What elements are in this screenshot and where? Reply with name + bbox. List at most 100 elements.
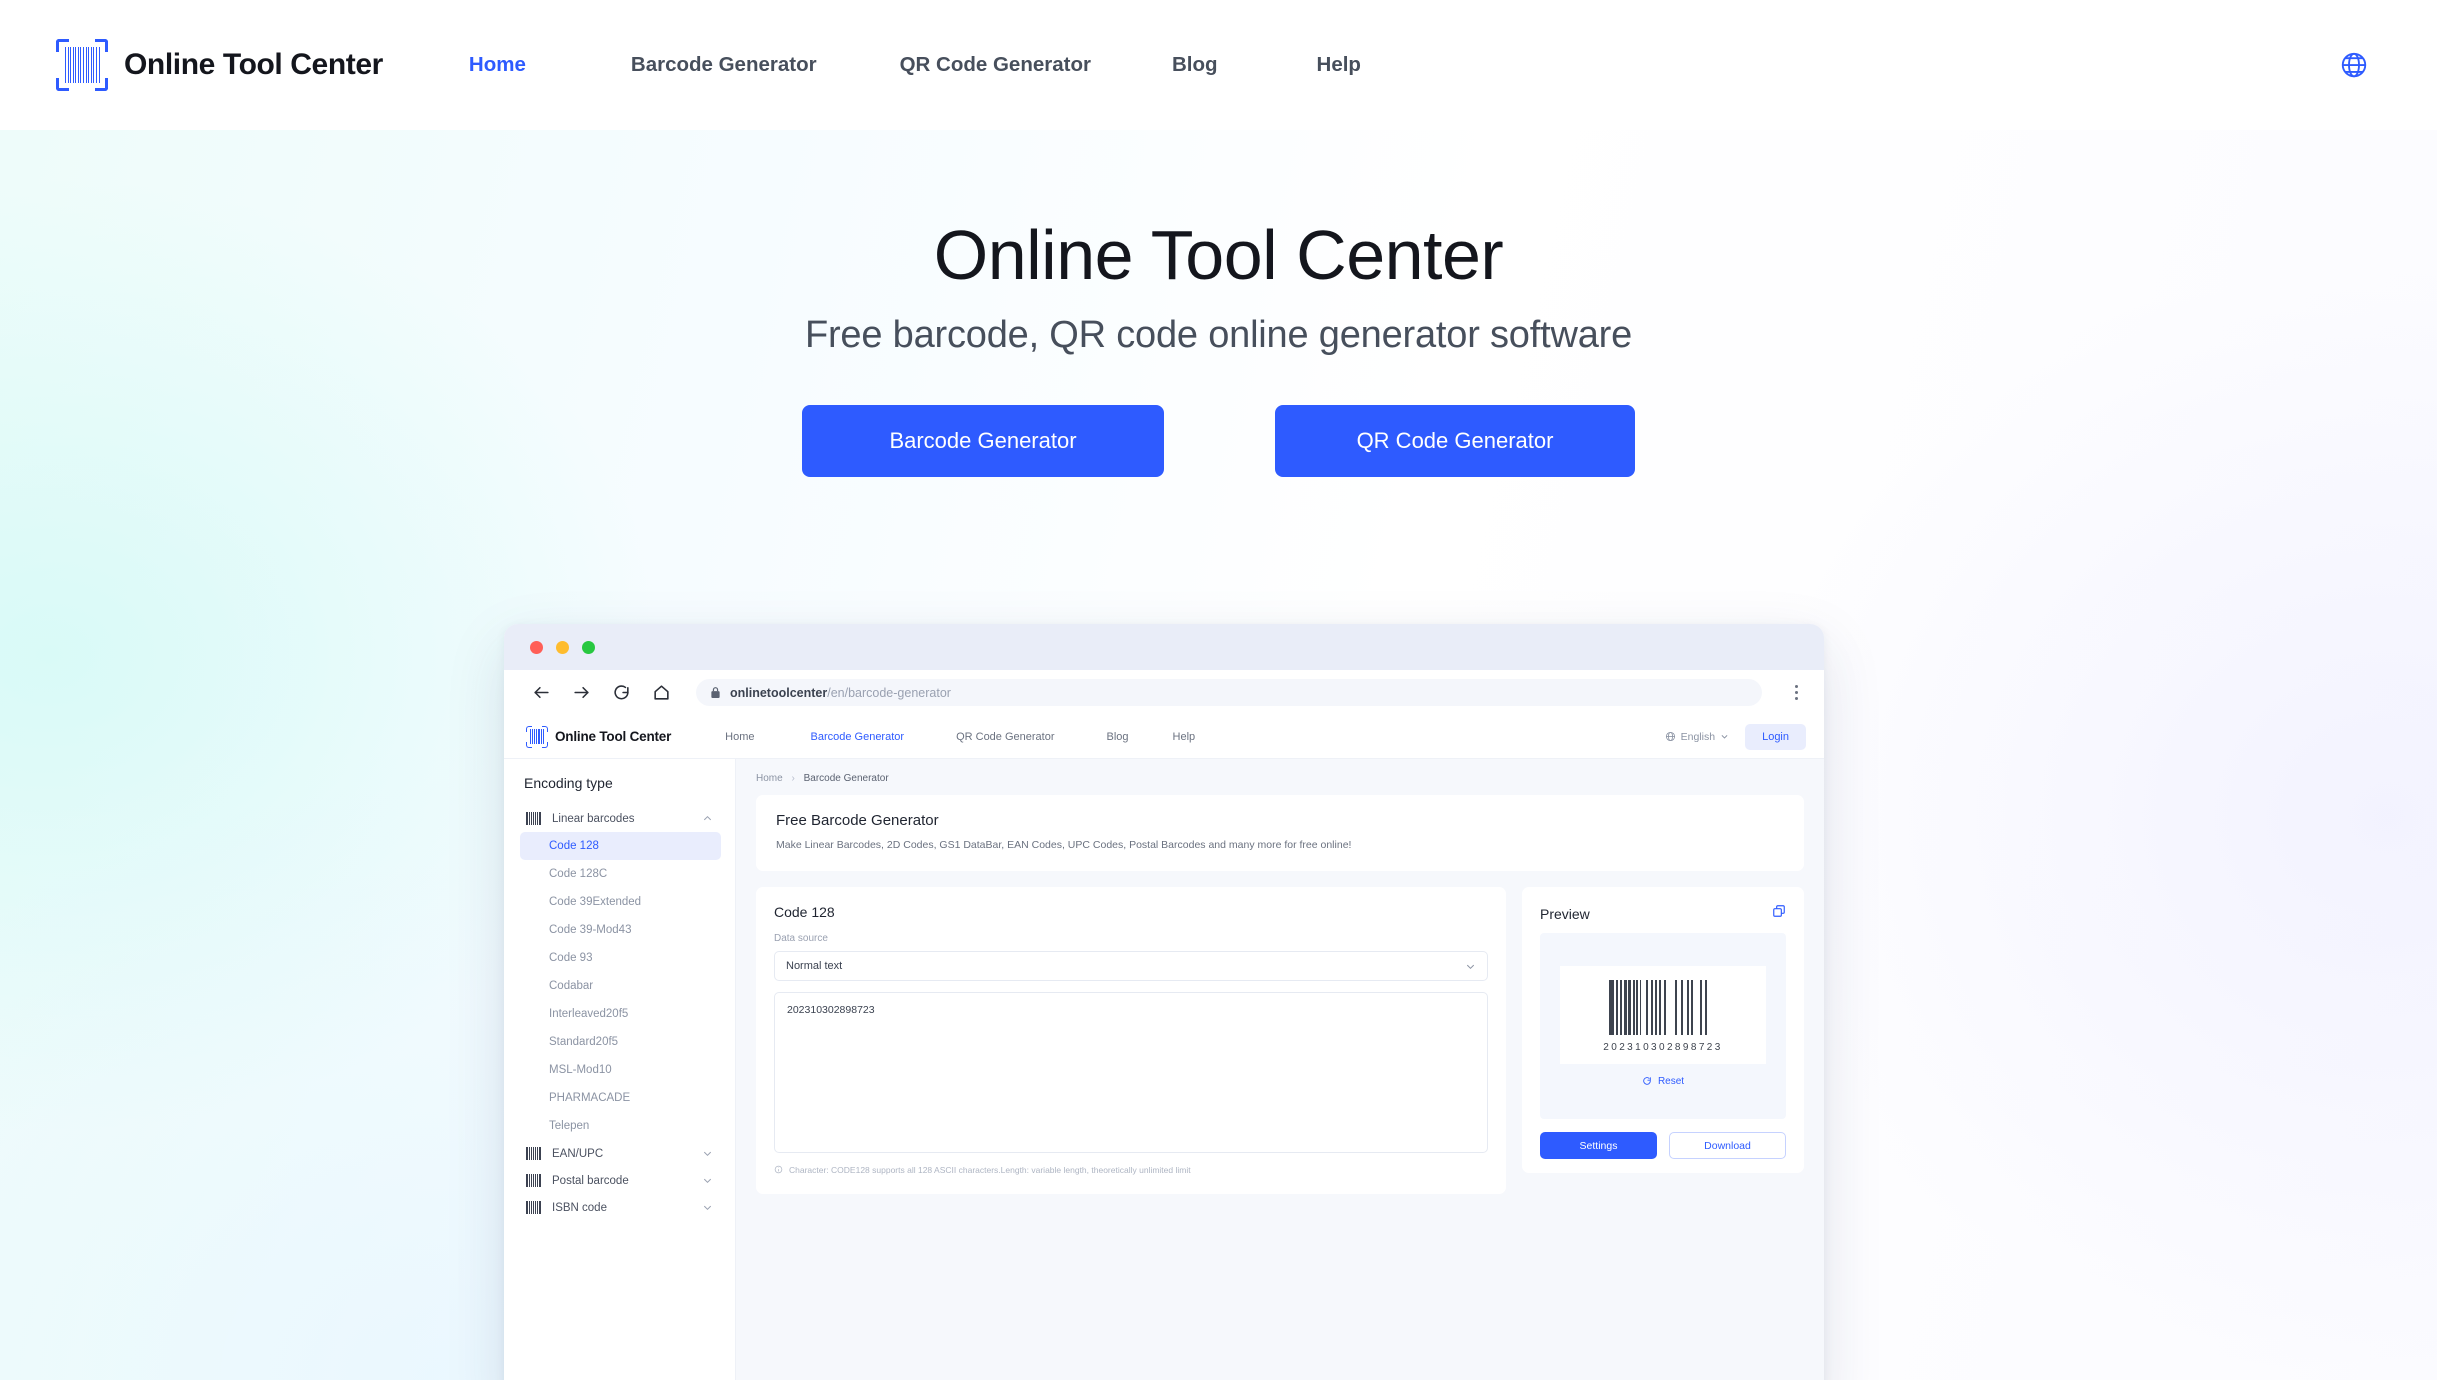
sidebar-title: Encoding type [524, 775, 613, 791]
data-source-value: Normal text [786, 960, 843, 972]
sidebar-item-code-39extended[interactable]: Code 39Extended [520, 888, 721, 916]
sidebar-item-code-128[interactable]: Code 128 [520, 832, 721, 860]
mock-page: Online Tool Center Home Barcode Generato… [504, 715, 1824, 1380]
nav-item-barcode-generator[interactable]: Barcode Generator [627, 45, 821, 85]
hero-subtitle: Free barcode, QR code online generator s… [804, 313, 1633, 356]
nav-item-qr-code-generator[interactable]: QR Code Generator [896, 45, 1095, 85]
sidebar-item-msl-mod10[interactable]: MSL-Mod10 [520, 1056, 721, 1084]
mock-nav-item-blog[interactable]: Blog [1107, 731, 1129, 743]
barcode-image: 202310302898723 [1560, 965, 1766, 1064]
hero-cta-group: Barcode Generator QR Code Generator [0, 404, 2437, 477]
url-path: /en/barcode-generator [827, 685, 951, 700]
nav-item-help[interactable]: Help [1313, 45, 1365, 85]
globe-icon[interactable] [2337, 48, 2371, 82]
mock-nav-item-barcode-generator[interactable]: Barcode Generator [811, 731, 905, 743]
reset-button[interactable]: Reset [1642, 1076, 1684, 1087]
mock-brand-name: Online Tool Center [555, 729, 672, 744]
globe-icon [1665, 731, 1675, 742]
mock-nav-item-help[interactable]: Help [1173, 731, 1196, 743]
lock-icon [711, 687, 720, 698]
mock-header-actions: English Login [1665, 723, 1806, 750]
nav-item-blog[interactable]: Blog [1168, 45, 1222, 85]
address-bar-text: onlinetoolcenter/en/barcode-generator [730, 686, 951, 700]
barcode-logo-icon [526, 725, 548, 748]
encoding-type-sidebar: Encoding type Linear barcodes Code 128 C… [504, 759, 736, 1380]
site-logo[interactable]: Online Tool Center [56, 39, 383, 91]
language-label: English [1680, 730, 1716, 743]
sidebar-item-telepen[interactable]: Telepen [520, 1112, 721, 1140]
mock-site-logo[interactable]: Online Tool Center [526, 725, 672, 748]
chevron-down-icon [703, 1178, 712, 1184]
breadcrumb-home[interactable]: Home [756, 773, 783, 784]
window-minimize-dot[interactable] [556, 640, 569, 654]
mock-page-description: Make Linear Barcodes, 2D Codes, GS1 Data… [776, 839, 1352, 851]
sidebar-item-interleaved20f5[interactable]: Interleaved20f5 [520, 1000, 721, 1028]
data-source-select[interactable]: Normal text [774, 951, 1488, 981]
arrow-left-icon[interactable] [530, 682, 552, 704]
window-maximize-dot[interactable] [582, 640, 595, 654]
breadcrumb-separator: › [791, 773, 795, 784]
page-title: Online Tool Center [933, 216, 1504, 294]
sidebar-group-postal-barcode[interactable]: Postal barcode [520, 1167, 721, 1194]
mock-nav-item-home[interactable]: Home [725, 731, 754, 743]
hero-section: Online Tool Center Free barcode, QR code… [0, 130, 2437, 1380]
sidebar-group-isbn-code[interactable]: ISBN code [520, 1194, 721, 1221]
barcode-icon [526, 812, 541, 825]
chevron-up-icon [703, 815, 712, 821]
sidebar-group-ean-upc[interactable]: EAN/UPC [520, 1140, 721, 1167]
sidebar-item-standard20f5[interactable]: Standard20f5 [520, 1028, 721, 1056]
reload-icon[interactable] [610, 682, 632, 704]
login-button[interactable]: Login [1745, 723, 1806, 750]
sidebar-group-label: Linear barcodes [552, 812, 635, 825]
settings-button[interactable]: Settings [1540, 1132, 1657, 1159]
arrow-right-icon[interactable] [570, 682, 592, 704]
barcode-icon [526, 1201, 541, 1214]
preview-card: Preview 202310302898723 Reset Settings D… [1522, 887, 1804, 1173]
barcode-number: 202310302898723 [1603, 1042, 1723, 1053]
url-domain: onlinetoolcenter [730, 685, 828, 700]
mock-body: Encoding type Linear barcodes Code 128 C… [504, 759, 1824, 1380]
sidebar-item-pharmacade[interactable]: PHARMACADE [520, 1084, 721, 1112]
sidebar-item-code-39-mod43[interactable]: Code 39-Mod43 [520, 916, 721, 944]
chevron-down-icon [703, 1205, 712, 1211]
nav-item-home[interactable]: Home [465, 45, 530, 85]
info-icon [774, 1165, 783, 1174]
browser-titlebar [504, 624, 1824, 670]
address-bar[interactable]: onlinetoolcenter/en/barcode-generator [696, 679, 1762, 706]
home-icon[interactable] [650, 682, 672, 704]
kebab-menu-icon[interactable] [1788, 685, 1804, 700]
qr-code-generator-button[interactable]: QR Code Generator [1275, 404, 1635, 477]
copy-icon[interactable] [1772, 904, 1786, 923]
reset-label: Reset [1657, 1075, 1685, 1087]
brand-name: Online Tool Center [124, 48, 383, 81]
browser-mockup: onlinetoolcenter/en/barcode-generator On… [504, 624, 1824, 1380]
preview-title: Preview [1540, 905, 1590, 922]
window-close-dot[interactable] [530, 640, 543, 654]
sidebar-item-code-93[interactable]: Code 93 [520, 944, 721, 972]
browser-toolbar: onlinetoolcenter/en/barcode-generator [504, 670, 1824, 715]
mock-nav-item-qr-code-generator[interactable]: QR Code Generator [956, 731, 1054, 743]
editor-columns: Code 128 Data source Normal text 2023103… [756, 887, 1804, 1195]
breadcrumb: Home › Barcode Generator [756, 773, 1804, 784]
data-source-label: Data source [774, 933, 828, 944]
sidebar-item-code-128c[interactable]: Code 128C [520, 860, 721, 888]
mock-site-header: Online Tool Center Home Barcode Generato… [504, 715, 1824, 759]
encoder-card: Code 128 Data source Normal text 2023103… [756, 887, 1506, 1195]
chevron-down-icon [1721, 735, 1728, 739]
sidebar-group-label: ISBN code [552, 1201, 607, 1214]
sidebar-group-linear-barcodes[interactable]: Linear barcodes [520, 805, 721, 832]
preview-actions: Settings Download [1540, 1132, 1786, 1159]
mock-navigation: Home Barcode Generator QR Code Generator… [725, 731, 1195, 743]
encoder-hint: Character: CODE128 supports all 128 ASCI… [774, 1164, 1488, 1180]
chevron-down-icon [703, 1151, 712, 1157]
sidebar-item-codabar[interactable]: Codabar [520, 972, 721, 1000]
download-button[interactable]: Download [1669, 1132, 1786, 1159]
barcode-data-input[interactable]: 202310302898723 [774, 992, 1488, 1153]
mock-content: Home › Barcode Generator Free Barcode Ge… [736, 759, 1824, 1380]
main-navigation: Home Barcode Generator QR Code Generator… [465, 45, 1365, 85]
language-selector[interactable]: English [1665, 731, 1729, 743]
barcode-generator-button[interactable]: Barcode Generator [802, 404, 1164, 477]
postal-barcode-icon [526, 1174, 541, 1187]
encoder-title: Code 128 [774, 904, 835, 920]
preview-header: Preview [1540, 904, 1786, 923]
